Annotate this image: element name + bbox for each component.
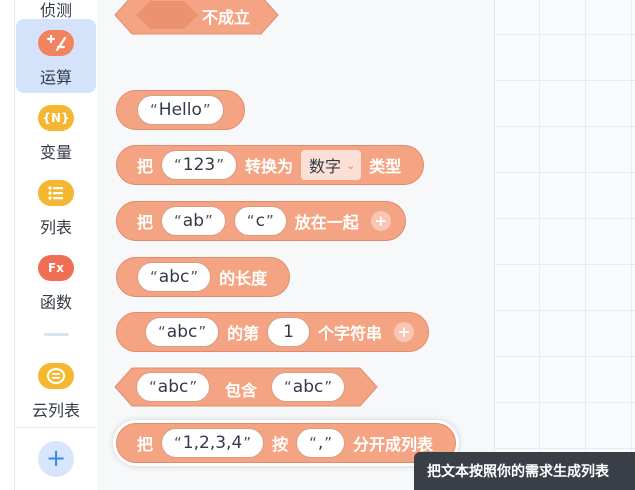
contains-input-2[interactable]: “ abc ” — [271, 372, 346, 402]
category-lists[interactable]: 列表 — [16, 169, 96, 243]
sidebar-divider — [16, 427, 96, 428]
quote-close: ” — [324, 434, 333, 452]
quote-open: “ — [150, 268, 158, 286]
convert-value: 123 — [182, 155, 216, 175]
category-operators[interactable]: 运算 — [16, 19, 96, 93]
plus-icon[interactable]: + — [370, 211, 391, 231]
join-value-1: ab — [182, 211, 205, 231]
sidebar-edge — [14, 0, 15, 490]
list-icon — [38, 180, 74, 206]
quote-close: ” — [198, 323, 207, 341]
category-lists-label: 列表 — [39, 218, 72, 237]
join-prefix: 把 — [137, 213, 154, 232]
category-functions-label: 函数 — [39, 293, 72, 312]
quote-open: “ — [246, 212, 255, 230]
operators-icon — [38, 30, 74, 56]
contains-value-1: abc — [157, 377, 189, 397]
quote-close: ” — [324, 378, 333, 396]
quote-close: ” — [189, 378, 198, 396]
category-sidebar: 侦测 运算 {N} 变量 列表 Fx 函数 云列表 + — [0, 0, 97, 490]
category-functions[interactable]: Fx 函数 — [16, 244, 96, 318]
split-value-input[interactable]: “ 1,2,3,4 ” — [161, 428, 265, 458]
join-block[interactable]: 把 “ ab ” “ c ” 放在一起 + — [116, 201, 406, 241]
convert-middle: 转换为 — [245, 157, 294, 176]
convert-suffix: 类型 — [369, 157, 402, 176]
quote-open: “ — [284, 378, 292, 396]
code-workspace[interactable] — [496, 0, 635, 490]
quote-open: “ — [174, 212, 182, 230]
length-block[interactable]: “ abc ” 的长度 — [116, 257, 291, 297]
char-at-suffix: 个字符串 — [317, 324, 382, 343]
category-operators-label: 运算 — [39, 68, 72, 87]
function-icon: Fx — [38, 255, 74, 281]
length-input[interactable]: “ abc ” — [137, 262, 212, 292]
contains-value-2: abc — [292, 377, 324, 397]
quote-close: ” — [243, 434, 252, 452]
char-at-value: abc — [166, 322, 198, 342]
quote-close: ” — [205, 212, 213, 230]
split-middle: 按 — [272, 435, 289, 454]
text-literal-value: Hello — [158, 100, 202, 120]
convert-type-value: 数字 — [309, 157, 342, 176]
quote-close: ” — [216, 156, 225, 174]
quote-open: “ — [174, 156, 182, 174]
text-literal-block[interactable]: “ Hello ” — [116, 90, 245, 130]
join-value-2: c — [255, 211, 265, 231]
contains-middle: 包含 — [225, 381, 258, 400]
quote-close: ” — [265, 212, 274, 230]
quote-open: “ — [150, 101, 158, 119]
convert-type-block[interactable]: 把 “ 123 ” 转换为 数字 ⌄ 类型 — [116, 145, 425, 185]
split-prefix: 把 — [137, 435, 154, 454]
quote-open: “ — [158, 323, 166, 341]
convert-type-dropdown[interactable]: 数字 ⌄ — [301, 150, 362, 180]
char-at-block[interactable]: “ abc ” 的第 1 个字符串 + — [116, 312, 429, 352]
add-extension-button[interactable]: + — [38, 441, 74, 477]
contains-input-1[interactable]: “ abc ” — [136, 372, 211, 402]
quote-close: ” — [202, 101, 211, 119]
category-separator — [44, 333, 69, 336]
join-suffix: 放在一起 — [294, 213, 359, 232]
char-at-middle: 的第 — [227, 324, 260, 343]
plus-icon[interactable]: + — [393, 322, 414, 342]
not-block-label: 不成立 — [202, 8, 251, 27]
block-tooltip: 把文本按照你的需求生成列表 — [414, 452, 635, 490]
split-block[interactable]: 把 “ 1,2,3,4 ” 按 “ , ” 分开成列表 — [116, 423, 457, 463]
category-sensing-label: 侦测 — [39, 1, 72, 20]
category-cloud-list[interactable]: 云列表 — [16, 352, 96, 426]
split-value: 1,2,3,4 — [182, 433, 243, 453]
chevron-down-icon: ⌄ — [346, 158, 356, 172]
char-at-input[interactable]: “ abc ” — [145, 317, 220, 347]
char-at-index: 1 — [283, 322, 294, 342]
category-cloud-list-label: 云列表 — [31, 401, 80, 420]
length-suffix: 的长度 — [219, 269, 268, 288]
char-at-index-input[interactable]: 1 — [267, 317, 310, 347]
category-variables[interactable]: {N} 变量 — [16, 94, 96, 168]
block-palette: 不成立 “ Hello ” 把 “ 123 ” 转换为 数字 ⌄ 类型 把 “ … — [97, 0, 495, 490]
convert-prefix: 把 — [137, 157, 154, 176]
contains-block[interactable]: “ abc ” 包含 “ abc ” — [114, 367, 378, 407]
quote-close: ” — [190, 268, 199, 286]
cloud-list-icon — [38, 363, 74, 389]
split-delimiter: , — [317, 433, 324, 453]
text-literal-input[interactable]: “ Hello ” — [137, 95, 224, 125]
quote-open: “ — [309, 434, 317, 452]
split-delimiter-input[interactable]: “ , ” — [296, 428, 346, 458]
variable-icon: {N} — [38, 105, 74, 131]
convert-value-input[interactable]: “ 123 ” — [161, 150, 238, 180]
length-value: abc — [158, 267, 190, 287]
quote-open: “ — [174, 434, 182, 452]
join-input-2[interactable]: “ c ” — [233, 206, 287, 236]
category-variables-label: 变量 — [39, 143, 72, 162]
not-block[interactable]: 不成立 — [114, 0, 279, 35]
quote-open: “ — [149, 378, 157, 396]
join-input-1[interactable]: “ ab ” — [161, 206, 226, 236]
